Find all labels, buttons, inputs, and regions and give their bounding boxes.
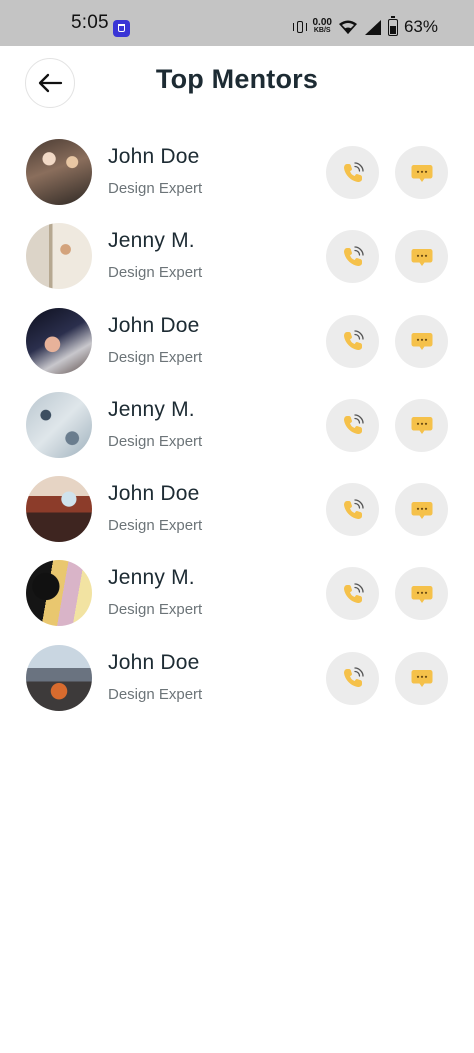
mentor-name: John Doe [108,145,200,168]
cell-signal-icon [364,19,381,35]
wifi-icon [338,20,357,34]
mentor-name: Jenny M. [108,229,195,253]
call-button[interactable] [326,483,379,537]
network-speed-unit: KB/S [313,27,331,34]
mentor-role: Design Expert [108,348,203,366]
chat-bubble-icon [411,670,432,688]
mentor-name: John Doe [108,650,200,674]
mentor-list: John Doe Design Expert Jenny M. Design E… [0,130,474,720]
phone-icon [343,246,364,266]
status-indicators: 0.00 KB/S 63% [292,15,438,38]
chat-bubble-icon [411,164,432,182]
mentor-row[interactable]: Jenny M. Design Expert [0,214,474,298]
status-bar: 5:05 0.00 KB/S 63% [0,0,474,46]
message-button[interactable] [395,651,448,705]
mentor-role: Design Expert [108,264,203,282]
message-button[interactable] [395,314,448,368]
mentor-row[interactable]: John Doe Design Expert [0,636,474,720]
header: Top Mentors [0,46,474,126]
phone-icon [343,161,364,182]
mentor-name: John Doe [108,482,200,506]
mentor-row[interactable]: Jenny M. Design Expert [0,551,474,635]
battery-level: 63% [403,17,438,36]
avatar[interactable] [26,223,92,290]
message-button[interactable] [395,230,448,284]
mentor-role: Design Expert [108,432,203,450]
avatar[interactable] [26,476,92,543]
mentor-row[interactable]: John Doe Design Expert [0,467,474,551]
chat-bubble-icon [411,417,432,435]
network-speed-value: 0.00 [312,17,332,28]
phone-icon [343,330,364,351]
vibrate-icon [292,19,307,35]
mentor-row[interactable]: John Doe Design Expert [0,130,474,214]
call-button[interactable] [326,146,379,199]
mentor-name: John Doe [108,313,200,337]
phone-icon [343,414,364,435]
avatar[interactable] [26,391,92,458]
mentor-row[interactable]: Jenny M. Design Expert [0,383,474,467]
avatar[interactable] [26,139,92,205]
mentor-role: Design Expert [108,685,203,703]
mentor-name: Jenny M. [108,566,195,590]
avatar[interactable] [26,560,92,627]
message-button[interactable] [395,567,448,621]
phone-icon [343,667,364,688]
network-speed: 0.00 KB/S [312,17,332,35]
phone-icon [343,583,364,603]
avatar[interactable] [26,644,92,711]
mentor-role: Design Expert [108,517,203,535]
battery-icon [387,15,398,36]
call-button[interactable] [326,230,379,284]
chat-bubble-icon [411,333,432,351]
call-button[interactable] [326,651,379,705]
page-title: Top Mentors [155,64,319,94]
mentor-name: Jenny M. [108,397,195,421]
chat-bubble-icon [411,248,432,266]
chat-bubble-icon [411,501,432,519]
app-notification-icon [113,20,130,37]
call-button[interactable] [326,314,379,368]
avatar[interactable] [26,307,92,374]
message-button[interactable] [395,483,448,537]
mentor-row[interactable]: John Doe Design Expert [0,299,474,383]
status-time: 5:05 [71,12,109,33]
message-button[interactable] [395,398,448,452]
call-button[interactable] [326,398,379,452]
chat-bubble-icon [411,585,432,603]
mentor-role: Design Expert [108,180,203,197]
phone-icon [343,499,364,519]
mentor-role: Design Expert [108,601,203,619]
message-button[interactable] [395,146,448,199]
call-button[interactable] [326,567,379,621]
